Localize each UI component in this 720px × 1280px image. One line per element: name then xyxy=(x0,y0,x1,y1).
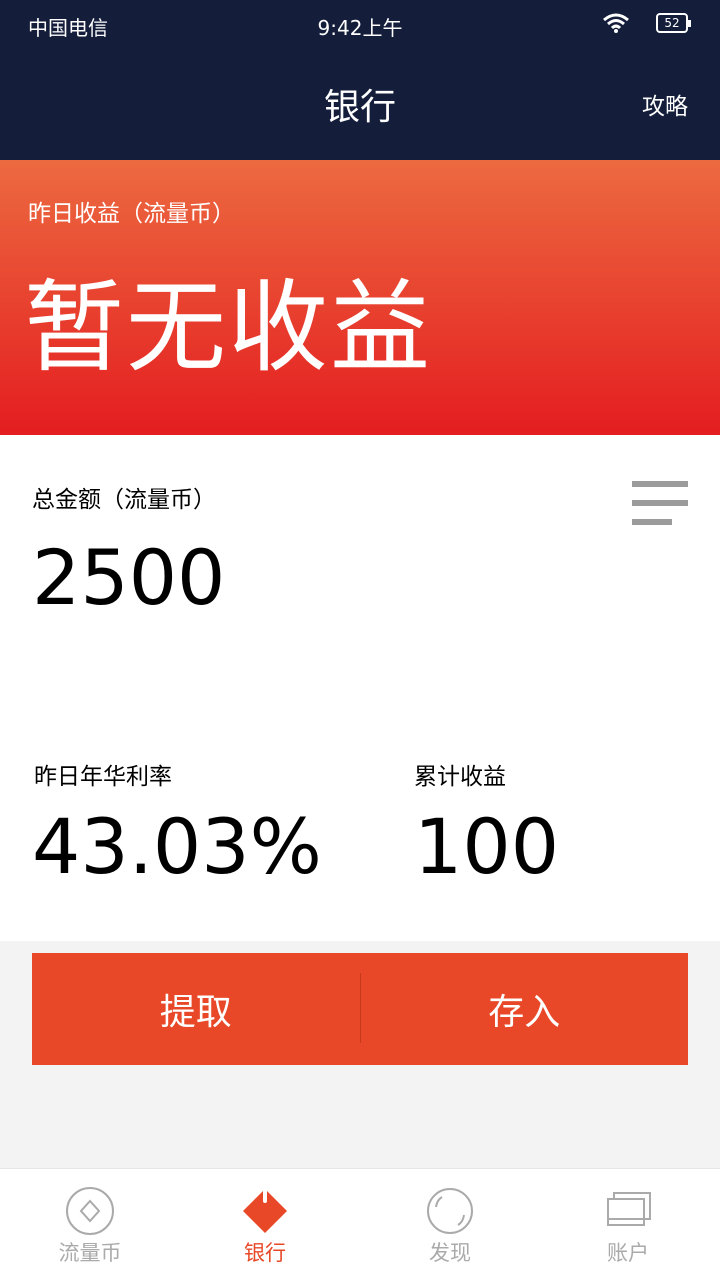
cumulative-earnings-value: 100 xyxy=(414,802,560,891)
withdraw-button[interactable]: 提取 xyxy=(32,953,360,1065)
tab-bank[interactable]: 银行 xyxy=(175,1169,355,1280)
total-amount-label: 总金额（流量币） xyxy=(32,487,216,513)
yesterday-earnings-banner: 昨日收益（流量币） 暂无收益 xyxy=(0,160,720,435)
annual-rate-value: 43.03% xyxy=(32,802,322,891)
discover-icon xyxy=(427,1188,473,1234)
bottom-tab-bar: 流量币 银行 发现 账户 xyxy=(0,1168,720,1280)
bank-icon xyxy=(243,1187,287,1233)
yesterday-earnings-label: 昨日收益（流量币） xyxy=(28,201,235,227)
tab-discover[interactable]: 发现 xyxy=(360,1169,540,1280)
tab-coins-label: 流量币 xyxy=(58,1241,122,1265)
top-bar: 中国电信 9:42上午 52 银行 攻略 xyxy=(0,0,720,160)
total-amount-value: 2500 xyxy=(32,533,226,622)
annual-rate-label: 昨日年华利率 xyxy=(34,764,172,790)
account-icon xyxy=(607,1192,651,1226)
tab-coins[interactable]: 流量币 xyxy=(0,1169,180,1280)
yesterday-earnings-value: 暂无收益 xyxy=(24,269,432,386)
balance-card: 总金额（流量币） 2500 昨日年华利率 43.03% 累计收益 100 xyxy=(0,435,720,941)
status-bar: 中国电信 9:42上午 52 xyxy=(0,0,720,50)
cumulative-earnings-label: 累计收益 xyxy=(414,764,506,790)
deposit-button[interactable]: 存入 xyxy=(361,953,689,1065)
tab-bank-label: 银行 xyxy=(244,1241,286,1265)
tab-account[interactable]: 账户 xyxy=(538,1169,718,1280)
tab-account-label: 账户 xyxy=(607,1241,649,1265)
coin-icon xyxy=(66,1187,114,1235)
page-title: 银行 xyxy=(323,87,396,128)
strategy-link[interactable]: 攻略 xyxy=(642,87,688,121)
battery-icon: 52 xyxy=(656,13,691,33)
menu-icon[interactable] xyxy=(632,481,688,527)
tab-discover-label: 发现 xyxy=(429,1241,471,1265)
action-bar: 提取 存入 xyxy=(32,953,688,1065)
wifi-icon xyxy=(603,13,629,33)
